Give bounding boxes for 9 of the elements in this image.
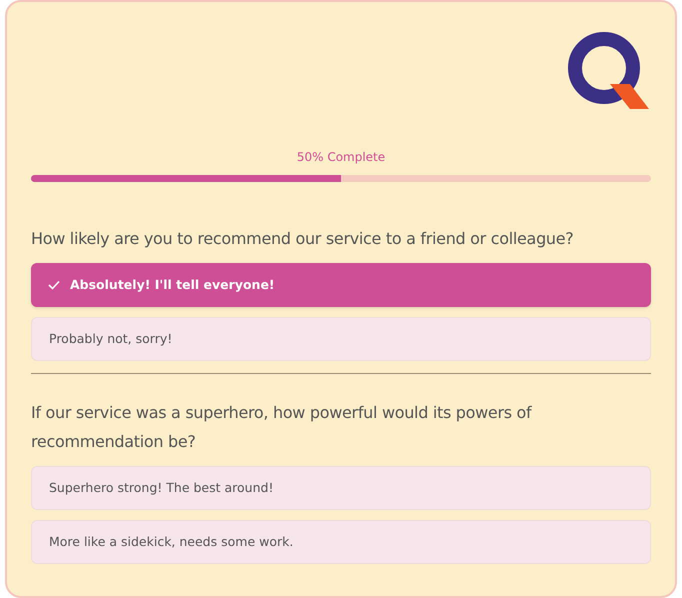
check-icon bbox=[48, 280, 60, 290]
answer-option[interactable]: Superhero strong! The best around! bbox=[31, 466, 651, 510]
answer-option[interactable]: Probably not, sorry! bbox=[31, 317, 651, 361]
progress-label: 50% Complete bbox=[296, 149, 386, 166]
answer-option[interactable]: More like a sidekick, needs some work. bbox=[31, 520, 651, 564]
answer-option[interactable]: Absolutely! I'll tell everyone! bbox=[31, 263, 651, 307]
logo-icon bbox=[568, 32, 650, 110]
question-text: How likely are you to recommend our service to a friend or colleague? bbox=[31, 228, 574, 250]
question-text: If our service was a superhero, how powerful would its powers of recommendation be? bbox=[31, 402, 533, 453]
